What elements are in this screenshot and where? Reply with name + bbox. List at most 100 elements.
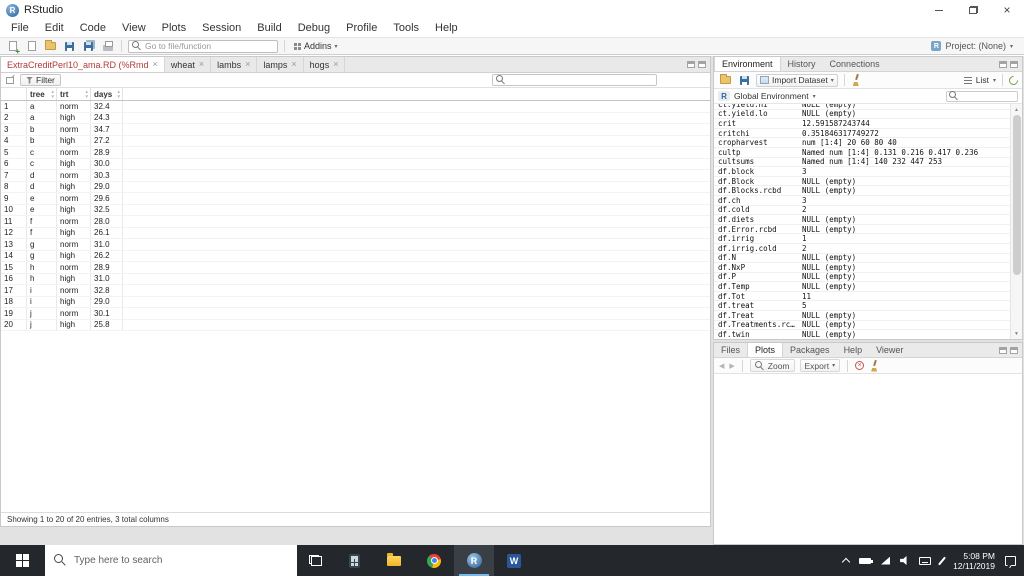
refresh-icon[interactable] — [1007, 73, 1020, 87]
table-row[interactable]: 9 e norm 29.6 — [1, 193, 710, 205]
table-row[interactable]: 6 c high 30.0 — [1, 158, 710, 170]
source-tab-4[interactable]: hogs × — [304, 57, 346, 72]
table-row[interactable]: 2 a high 24.3 — [1, 112, 710, 124]
save-workspace-button[interactable] — [737, 73, 752, 87]
tab-viewer[interactable]: Viewer — [869, 343, 910, 357]
environment-entry[interactable]: cropharvest num [1:4] 20 60 80 40 — [714, 138, 1010, 148]
column-header-days[interactable]: days ▲ ▼ — [91, 88, 123, 100]
menu-item-tools[interactable]: Tools — [385, 20, 427, 37]
table-row[interactable]: 17 i norm 32.8 — [1, 285, 710, 297]
table-row[interactable]: 16 h high 31.0 — [1, 273, 710, 285]
close-tab-icon[interactable]: × — [199, 60, 204, 69]
environment-entry[interactable]: df.Temp NULL (empty) — [714, 282, 1010, 292]
network-icon[interactable] — [881, 556, 891, 565]
minimize-pane-icon[interactable] — [999, 60, 1007, 68]
column-header-trt[interactable]: trt ▲ ▼ — [57, 88, 91, 100]
table-row[interactable]: 5 c norm 28.9 — [1, 147, 710, 159]
taskbar-app-rstudio[interactable]: R — [454, 545, 494, 576]
environment-entry[interactable]: df.irrig 1 — [714, 234, 1010, 244]
touch-keyboard-icon[interactable] — [919, 556, 932, 565]
tab-history[interactable]: History — [781, 57, 823, 71]
menu-item-file[interactable]: File — [3, 20, 37, 37]
clear-plots-broom-icon[interactable] — [869, 360, 879, 372]
table-row[interactable]: 10 e high 32.5 — [1, 204, 710, 216]
table-row[interactable]: 19 j norm 30.1 — [1, 308, 710, 320]
table-row[interactable]: 18 i high 29.0 — [1, 296, 710, 308]
table-row[interactable]: 12 f high 26.1 — [1, 227, 710, 239]
table-row[interactable]: 7 d norm 30.3 — [1, 170, 710, 182]
menu-item-view[interactable]: View — [114, 20, 154, 37]
scroll-up-icon[interactable]: ▲ — [1011, 104, 1022, 115]
minimize-pane-icon[interactable] — [687, 61, 695, 68]
next-plot-icon[interactable]: ▶ — [729, 362, 734, 370]
taskbar-app-chrome[interactable] — [414, 545, 454, 576]
action-center-icon[interactable] — [1005, 555, 1016, 566]
show-hidden-icons-chevron[interactable] — [841, 557, 851, 567]
sort-icon[interactable]: ▲ ▼ — [51, 89, 55, 99]
table-row[interactable]: 1 a norm 32.4 — [1, 101, 710, 113]
close-tab-icon[interactable]: × — [245, 60, 250, 69]
maximize-pane-icon[interactable] — [1010, 60, 1018, 68]
close-tab-icon[interactable]: × — [291, 60, 296, 69]
tab-packages[interactable]: Packages — [783, 343, 837, 357]
source-tab-1[interactable]: wheat × — [165, 57, 212, 72]
open-file-button[interactable] — [43, 39, 58, 53]
environment-entry[interactable]: df.P NULL (empty) — [714, 272, 1010, 283]
tab-plots[interactable]: Plots — [747, 343, 784, 357]
taskbar-app-file-explorer[interactable] — [374, 545, 414, 576]
export-button[interactable]: Export ▾ — [799, 359, 841, 372]
zoom-button[interactable]: Zoom — [749, 359, 795, 372]
battery-icon[interactable] — [859, 557, 874, 564]
environment-scope-dropdown[interactable]: Global Environment — [734, 91, 809, 101]
taskbar-app-word[interactable]: W — [494, 545, 534, 576]
table-row[interactable]: 4 b high 27.2 — [1, 135, 710, 147]
environment-entry[interactable]: df.twin NULL (empty) — [714, 330, 1010, 339]
environment-entry[interactable]: df.treat 5 — [714, 301, 1010, 312]
environment-entry[interactable]: cultp Named num [1:4] 0.131 0.216 0.417 0… — [714, 148, 1010, 158]
source-tab-3[interactable]: lamps × — [257, 57, 304, 72]
environment-entry[interactable]: crit 12.591587243744 — [714, 119, 1010, 129]
environment-entry[interactable]: df.Treat NULL (empty) — [714, 311, 1010, 321]
table-row[interactable]: 3 b norm 34.7 — [1, 124, 710, 136]
table-row[interactable]: 13 g norm 31.0 — [1, 239, 710, 251]
menu-item-session[interactable]: Session — [194, 20, 249, 37]
start-button[interactable] — [0, 545, 45, 576]
list-dropdown[interactable]: List — [976, 75, 989, 85]
maximize-pane-icon[interactable] — [1010, 346, 1018, 354]
environment-scrollbar[interactable]: ▲ ▼ — [1010, 104, 1022, 339]
menu-item-plots[interactable]: Plots — [154, 20, 194, 37]
save-all-button[interactable] — [81, 39, 96, 53]
environment-search-input[interactable] — [946, 90, 1018, 102]
source-tab-0[interactable]: ExtraCreditPerl10_ama.RD (%Rmd × — [1, 57, 165, 72]
taskbar-search-input[interactable]: Type here to search — [45, 545, 297, 576]
table-row[interactable]: 20 j high 25.8 — [1, 319, 710, 331]
new-project-button[interactable] — [24, 39, 39, 53]
goto-file-input[interactable]: Go to file/function — [128, 39, 278, 53]
environment-entry[interactable]: df.block 3 — [714, 167, 1010, 177]
menu-item-edit[interactable]: Edit — [37, 20, 72, 37]
column-header-rownames[interactable] — [1, 88, 27, 100]
taskbar-app-calculator[interactable] — [334, 545, 374, 576]
environment-entry[interactable]: cultsums Named num [1:4] 140 232 447 253 — [714, 157, 1010, 168]
column-header-tree[interactable]: tree ▲ ▼ — [27, 88, 57, 100]
volume-icon[interactable] — [900, 556, 907, 565]
close-tab-icon[interactable]: × — [333, 60, 338, 69]
menu-item-help[interactable]: Help — [427, 20, 466, 37]
taskbar-clock[interactable]: 5:08 PM 12/11/2019 — [953, 551, 995, 571]
sort-icon[interactable]: ▲ ▼ — [117, 89, 121, 99]
print-button[interactable] — [100, 39, 115, 53]
pen-icon[interactable] — [938, 556, 947, 565]
environment-entry[interactable]: df.cold 2 — [714, 205, 1010, 216]
environment-entry[interactable]: df.N NULL (empty) — [714, 253, 1010, 264]
close-tab-icon[interactable]: × — [153, 60, 158, 69]
popout-window-icon[interactable] — [6, 76, 14, 84]
tab-help[interactable]: Help — [837, 343, 870, 357]
source-tab-2[interactable]: lambs × — [211, 57, 258, 72]
scrollbar-thumb[interactable] — [1012, 115, 1021, 275]
environment-entry[interactable]: df.NxP NULL (empty) — [714, 263, 1010, 273]
restore-button[interactable] — [956, 0, 990, 20]
filter-button[interactable]: Filter — [20, 74, 61, 86]
menu-item-build[interactable]: Build — [249, 20, 289, 37]
save-button[interactable] — [62, 39, 77, 53]
import-dataset-button[interactable]: Import Dataset ▾ — [756, 73, 838, 87]
